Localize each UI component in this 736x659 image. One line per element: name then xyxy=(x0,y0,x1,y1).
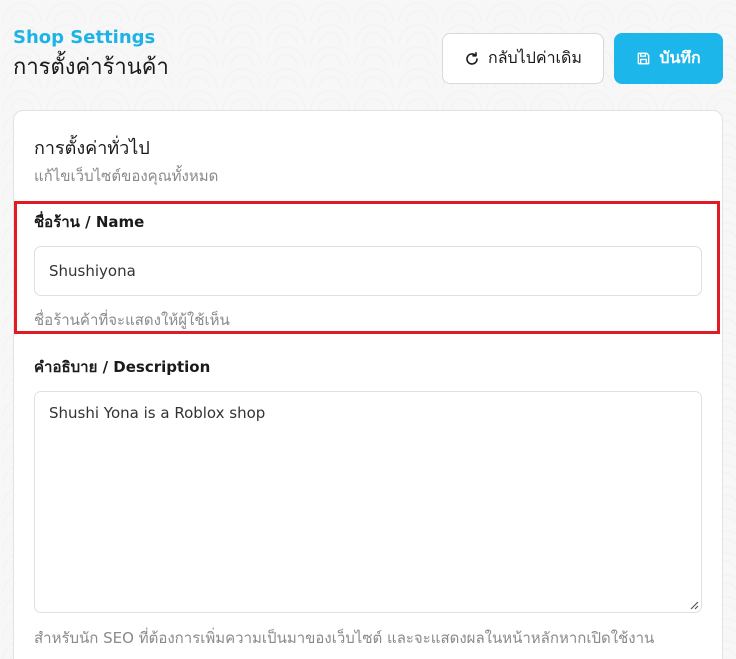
description-textarea[interactable]: Shushi Yona is a Roblox shop xyxy=(34,391,702,613)
card-title: การตั้งค่าทั่วไป xyxy=(34,138,150,159)
description-help: สำหรับนัก SEO ที่ต้องการเพิ่มความเป็นมาข… xyxy=(34,629,655,647)
page-eyebrow: Shop Settings xyxy=(13,27,156,48)
shop-name-input[interactable] xyxy=(34,246,702,296)
reset-button-label: กลับไปค่าเดิม xyxy=(488,48,582,67)
resize-grip-icon[interactable] xyxy=(689,600,699,610)
card-subtitle: แก้ไขเว็บไซต์ของคุณทั้งหมด xyxy=(34,167,219,185)
save-icon xyxy=(637,52,650,65)
save-button-label: บันทึก xyxy=(659,48,701,67)
reset-button[interactable]: กลับไปค่าเดิม xyxy=(442,33,604,84)
page-title: การตั้งค่าร้านค้า xyxy=(13,55,169,80)
save-button[interactable]: บันทึก xyxy=(614,33,723,84)
general-settings-card: การตั้งค่าทั่วไป แก้ไขเว็บไซต์ของคุณทั้ง… xyxy=(13,110,723,659)
page-header: Shop Settings การตั้งค่าร้านค้า xyxy=(13,27,169,83)
description-label: คำอธิบาย / Description xyxy=(34,358,211,376)
shop-name-help: ชื่อร้านค้าที่จะแสดงให้ผู้ใช้เห็น xyxy=(34,311,230,329)
refresh-icon xyxy=(466,51,478,65)
shop-name-label: ชื่อร้าน / Name xyxy=(34,213,145,231)
